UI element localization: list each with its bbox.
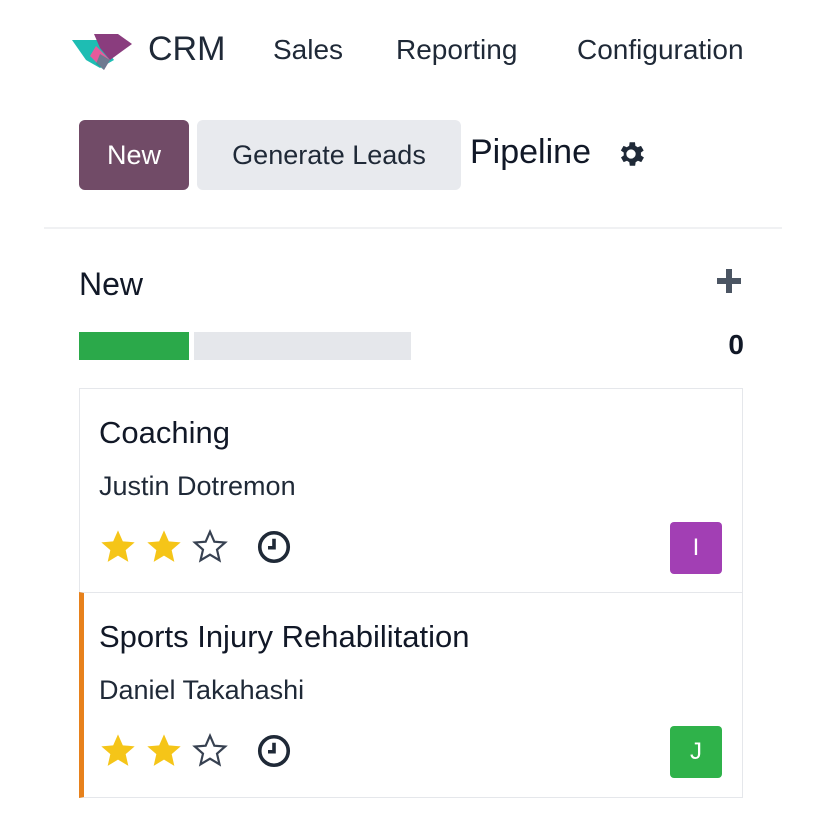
star-filled-icon[interactable] [98,527,138,567]
menu-item-sales[interactable]: Sales [273,31,343,69]
avatar[interactable]: J [670,726,722,778]
breadcrumb-pipeline: Pipeline [470,133,591,171]
divider [44,227,782,229]
clock-icon[interactable] [256,529,292,565]
kanban-card[interactable]: Sports Injury Rehabilitation Daniel Taka… [79,592,743,798]
star-filled-icon[interactable] [144,731,184,771]
column-title: New [79,266,144,302]
progress-bar-success[interactable] [79,332,189,360]
clock-icon[interactable] [256,733,292,769]
card-title: Coaching [99,415,230,450]
menu-item-configuration[interactable]: Configuration [577,31,744,69]
progress-bar-separator [189,332,194,360]
column-progress-bar[interactable] [79,332,411,360]
menu-item-reporting[interactable]: Reporting [396,31,517,69]
priority-stars [98,731,230,771]
card-contact: Justin Dotremon [99,471,296,501]
crm-logo-icon[interactable] [70,30,132,72]
top-navbar: CRM Sales Reporting Configuration [0,0,813,100]
star-filled-icon[interactable] [144,527,184,567]
app-title[interactable]: CRM [148,28,225,70]
plus-icon[interactable] [712,264,746,298]
column-count: 0 [728,329,744,360]
star-empty-icon[interactable] [190,527,230,567]
avatar[interactable]: I [670,522,722,574]
star-empty-icon[interactable] [190,731,230,771]
gear-icon[interactable] [615,138,647,170]
new-button[interactable]: New [79,120,189,190]
star-filled-icon[interactable] [98,731,138,771]
kanban-card[interactable]: Coaching Justin Dotremon I [79,388,743,594]
card-title: Sports Injury Rehabilitation [99,619,470,654]
priority-stars [98,527,230,567]
card-contact: Daniel Takahashi [99,675,305,705]
generate-leads-button[interactable]: Generate Leads [197,120,461,190]
